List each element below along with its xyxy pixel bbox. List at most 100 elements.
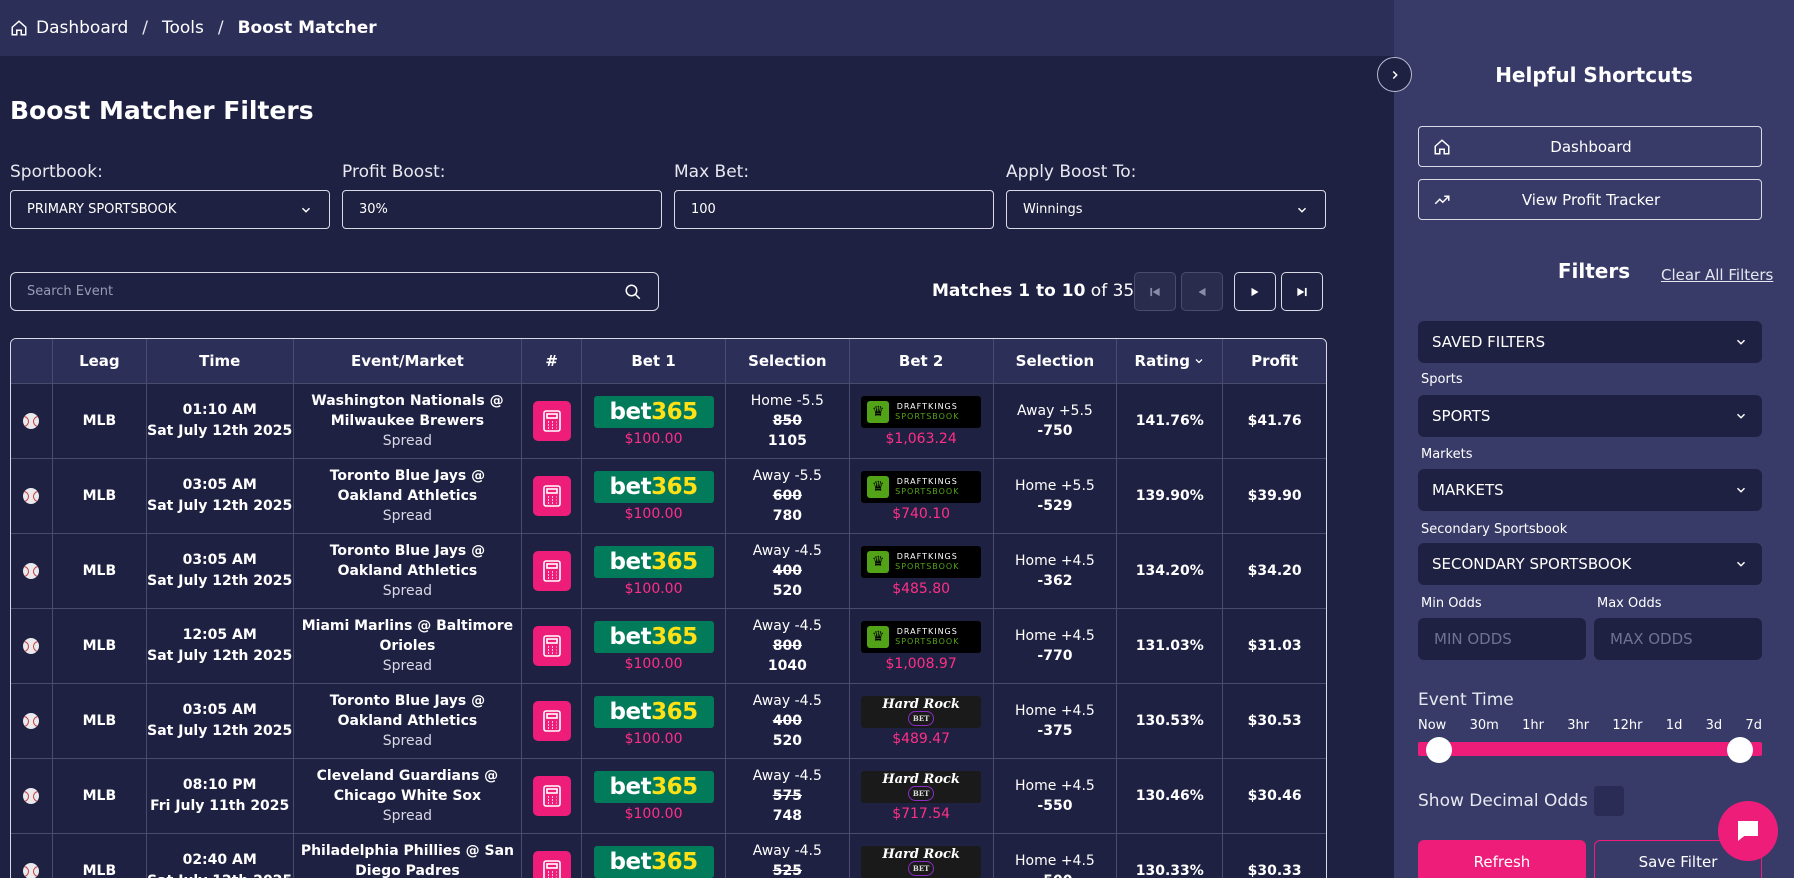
bet365-logo[interactable]: bet 365 <box>593 545 714 578</box>
last-page-button[interactable] <box>1281 272 1323 311</box>
time-value: 03:05 AM <box>182 552 257 568</box>
slider-handle-start[interactable] <box>1426 737 1452 763</box>
chat-widget-button[interactable] <box>1718 801 1778 861</box>
max-odds-input[interactable]: MAX ODDS <box>1594 618 1762 660</box>
logo-text: bet <box>609 698 652 725</box>
hardrock-logo[interactable]: Hard Rock BET <box>861 695 982 728</box>
slider-handle-end[interactable] <box>1727 737 1753 763</box>
selection-line: Home +4.5 <box>1015 703 1095 719</box>
original-odds: 850 <box>772 413 802 429</box>
calculator-icon <box>542 410 561 432</box>
bet365-logo[interactable]: bet 365 <box>593 395 714 428</box>
calculator-button[interactable] <box>532 401 571 441</box>
main-content: Boost Matcher Filters Sportbook: PRIMARY… <box>0 56 1394 878</box>
hedge-odds: -529 <box>1037 498 1073 514</box>
header-league[interactable]: Leag <box>53 339 147 383</box>
clear-all-filters-link[interactable]: Clear All Filters <box>1661 266 1773 284</box>
profit-boost-label: Profit Boost: <box>342 162 446 182</box>
bet365-logo[interactable]: bet 365 <box>593 695 714 728</box>
event-name: Toronto Blue Jays @ Oakland Athletics <box>329 468 486 504</box>
decimal-odds-checkbox[interactable] <box>1594 786 1624 816</box>
event-name: Cleveland Guardians @ Chicago White Sox <box>316 768 499 804</box>
profit-cell: $34.20 <box>1247 563 1302 579</box>
table-row: MLB 03:05 AM Sat July 12th 2025 Toronto Blu… <box>11 683 1326 758</box>
calculator-cell <box>522 834 583 878</box>
calculator-button[interactable] <box>532 551 571 591</box>
header-rating[interactable]: Rating <box>1117 339 1224 383</box>
header-time[interactable]: Time <box>147 339 294 383</box>
chevron-down-icon <box>1736 413 1746 419</box>
table-header: Leag Time Event/Market # Bet 1 Selection… <box>11 339 1326 383</box>
bet365-logo[interactable]: bet 365 <box>593 845 714 878</box>
selection2-cell: Home +4.5 -375 <box>994 684 1118 758</box>
header-profit[interactable]: Profit <box>1223 339 1326 383</box>
draftkings-logo[interactable]: ♛ DRAFTKINGS SPORTSBOOK <box>861 470 982 503</box>
bet365-logo[interactable]: bet 365 <box>593 470 714 503</box>
search-icon[interactable] <box>624 283 642 301</box>
logo-text: DRAFTKINGS <box>896 476 958 486</box>
bet1-cell: bet365 $100.00 <box>582 384 726 458</box>
breadcrumb-tools[interactable]: Tools <box>162 18 204 38</box>
min-odds-input[interactable]: MIN ODDS <box>1418 618 1586 660</box>
logo-text: Hard Rock <box>882 771 960 787</box>
logo-text: bet <box>609 623 652 650</box>
draftkings-logo[interactable]: ♛ DRAFTKINGS SPORTSBOOK <box>861 620 982 653</box>
markets-select[interactable]: MARKETS <box>1418 469 1762 511</box>
hardrock-logo[interactable]: Hard Rock BET <box>861 770 982 803</box>
shortcuts-sidebar: Helpful Shortcuts Dashboard View Profit … <box>1394 0 1794 878</box>
calculator-button[interactable] <box>532 701 571 741</box>
header-bet2[interactable]: Bet 2 <box>850 339 994 383</box>
selection2-cell: Home +5.5 -529 <box>994 459 1118 533</box>
header-bet1[interactable]: Bet 1 <box>582 339 726 383</box>
market-name: Spread <box>382 733 433 749</box>
calculator-cell <box>522 384 583 458</box>
sportsbook-filter: Sportbook: PRIMARY SPORTSBOOK <box>10 162 330 229</box>
secondary-sportsbook-select[interactable]: SECONDARY SPORTSBOOK <box>1418 543 1762 585</box>
hardrock-logo[interactable]: Hard Rock BET <box>861 845 982 878</box>
bet365-logo[interactable]: bet 365 <box>593 620 714 653</box>
sports-select[interactable]: SPORTS <box>1418 395 1762 437</box>
profit-cell: $31.03 <box>1247 638 1302 654</box>
logo-text: 365 <box>651 398 698 425</box>
profit-cell: $30.53 <box>1247 713 1302 729</box>
header-selection1[interactable]: Selection <box>726 339 850 383</box>
draftkings-logo[interactable]: ♛ DRAFTKINGS SPORTSBOOK <box>861 545 982 578</box>
collapse-sidebar-button[interactable] <box>1377 57 1412 92</box>
bet2-cell: Hard Rock BET $717.54 <box>850 759 994 833</box>
original-odds: 400 <box>772 713 802 729</box>
calculator-button[interactable] <box>532 626 571 666</box>
play-icon <box>1251 287 1259 296</box>
prev-page-button[interactable] <box>1181 272 1223 311</box>
header-hash: # <box>522 339 583 383</box>
bet365-logo[interactable]: bet 365 <box>593 770 714 803</box>
calculator-button[interactable] <box>532 476 571 516</box>
search-input[interactable]: Search Event <box>10 272 659 311</box>
next-page-button[interactable] <box>1234 272 1276 311</box>
profit-tracker-button[interactable]: View Profit Tracker <box>1418 179 1762 220</box>
calculator-button[interactable] <box>532 851 571 878</box>
event-time-slider-track[interactable] <box>1418 742 1762 756</box>
calculator-button[interactable] <box>532 776 571 816</box>
apply-boost-label: Apply Boost To: <box>1006 162 1137 182</box>
profit-boost-input[interactable]: 30% <box>342 190 662 229</box>
apply-boost-select[interactable]: Winnings <box>1006 190 1326 229</box>
sportsbook-select[interactable]: PRIMARY SPORTSBOOK <box>10 190 330 229</box>
header-selection2[interactable]: Selection <box>994 339 1118 383</box>
sports-label: Sports <box>1421 372 1463 387</box>
dashboard-shortcut-label: Dashboard <box>1550 137 1632 156</box>
max-bet-input[interactable]: 100 <box>674 190 994 229</box>
bet1-stake: $100.00 <box>624 505 683 522</box>
breadcrumb-dashboard[interactable]: Dashboard <box>36 18 128 38</box>
draftkings-logo[interactable]: ♛ DRAFTKINGS SPORTSBOOK <box>861 395 982 428</box>
selection-line: Away -4.5 <box>752 618 822 634</box>
league-cell: MLB <box>53 534 147 608</box>
logo-text: 365 <box>651 773 698 800</box>
header-event[interactable]: Event/Market <box>294 339 523 383</box>
first-page-button[interactable] <box>1134 272 1176 311</box>
bet1-cell: bet365 $100.00 <box>582 759 726 833</box>
refresh-button[interactable]: Refresh <box>1418 840 1586 878</box>
dashboard-shortcut-button[interactable]: Dashboard <box>1418 126 1762 167</box>
bet2-cell: ♛ DRAFTKINGS SPORTSBOOK $1,008.97 <box>850 609 994 683</box>
saved-filters-select[interactable]: SAVED FILTERS <box>1418 321 1762 363</box>
rating-cell: 130.53% <box>1117 684 1224 758</box>
